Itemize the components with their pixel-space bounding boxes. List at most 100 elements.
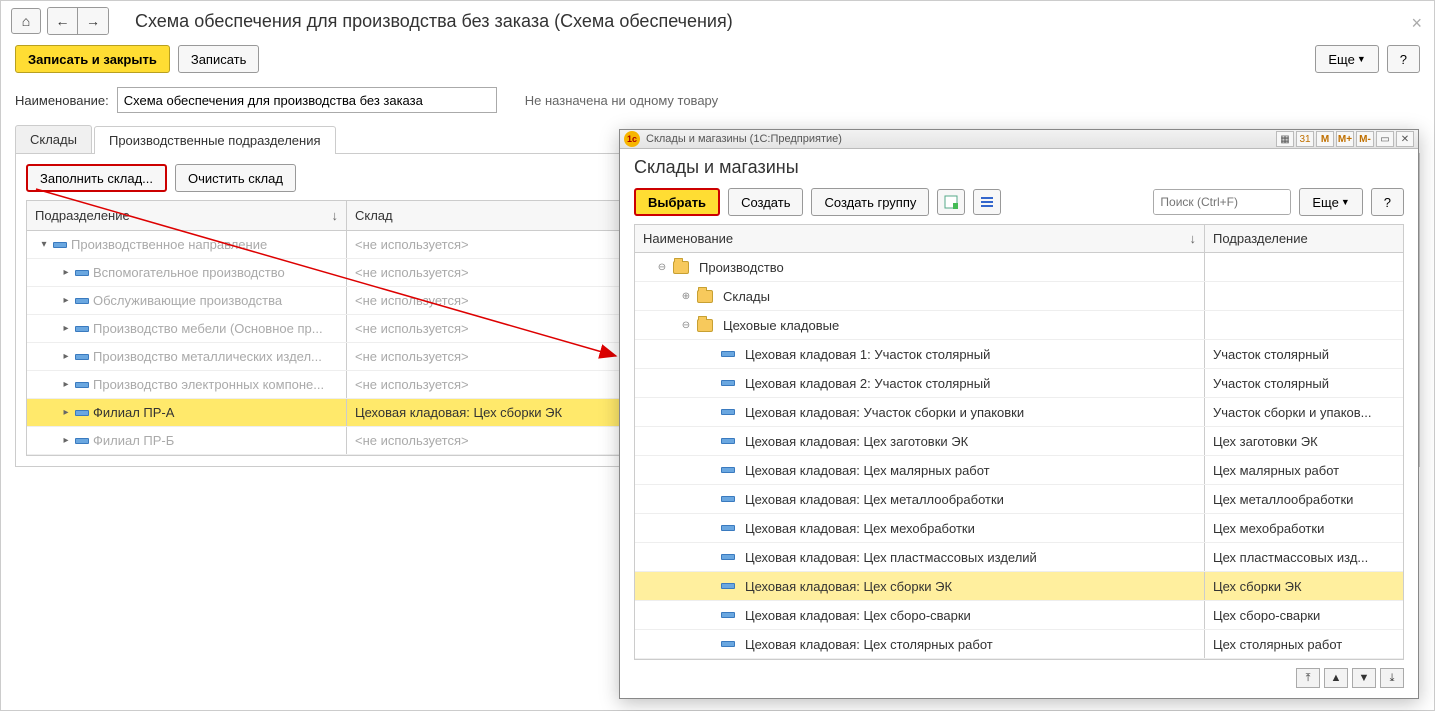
dept-name: Производственное направление	[71, 237, 267, 252]
list-item[interactable]: Цеховая кладовая: Цех столярных работЦех…	[635, 630, 1403, 659]
tab-warehouses[interactable]: Склады	[15, 125, 92, 153]
help-button[interactable]: ?	[1387, 45, 1420, 73]
tree-toggle-icon[interactable]: ▸	[61, 295, 71, 306]
list-view-icon[interactable]	[937, 189, 965, 215]
item-name: Цеховая кладовая: Цех мехобработки	[745, 521, 975, 536]
name-input[interactable]	[117, 87, 497, 113]
tree-toggle-icon[interactable]: ▸	[61, 407, 71, 418]
select-button[interactable]: Выбрать	[634, 188, 720, 216]
create-group-button[interactable]: Создать группу	[811, 188, 929, 216]
title-btn-mplus[interactable]: M+	[1336, 131, 1354, 147]
item-dept: Цех сборо-сварки	[1213, 608, 1320, 623]
title-btn-close[interactable]: ✕	[1396, 131, 1414, 147]
top-bar: ⌂ ← → Схема обеспечения для производства…	[1, 1, 1434, 41]
scroll-nav-button[interactable]: ▲	[1324, 668, 1348, 688]
item-icon	[75, 410, 89, 416]
item-name: Цеховая кладовая 1: Участок столярный	[745, 347, 990, 362]
tree-toggle-icon[interactable]: ▸	[61, 435, 71, 446]
col-header-dept[interactable]: Подразделение ↓	[27, 201, 347, 230]
scroll-nav-button[interactable]: ⤓	[1380, 668, 1404, 688]
modal-more-button[interactable]: Еще▼	[1299, 188, 1362, 216]
tree-toggle-icon[interactable]: ⊕	[679, 291, 693, 302]
tree-toggle-icon[interactable]: ▸	[61, 267, 71, 278]
write-button[interactable]: Записать	[178, 45, 260, 73]
tree-toggle-icon[interactable]: ⊖	[679, 320, 693, 331]
list-item[interactable]: ⊕ Склады	[635, 282, 1403, 311]
tree-view-icon[interactable]	[973, 189, 1001, 215]
tree-toggle-icon[interactable]: ⊖	[655, 262, 669, 273]
fill-warehouse-button[interactable]: Заполнить склад...	[26, 164, 167, 192]
tree-toggle-icon[interactable]: ▸	[61, 351, 71, 362]
warehouse-value: <не используется>	[355, 433, 469, 448]
modal-grid-body: ⊖ Производство ⊕ Склады ⊖ Цеховые кладовые Цех…	[635, 253, 1403, 659]
list-item[interactable]: ⊖ Производство	[635, 253, 1403, 282]
page-title: Схема обеспечения для производства без з…	[135, 11, 733, 32]
tab-production-units[interactable]: Производственные подразделения	[94, 126, 336, 154]
mcol-header-name[interactable]: Наименование ↓	[635, 225, 1205, 252]
item-icon	[721, 351, 735, 357]
list-item[interactable]: Цеховая кладовая: Цех сборо-сваркиЦех сб…	[635, 601, 1403, 630]
nav-group: ← →	[47, 7, 109, 35]
clear-warehouse-button[interactable]: Очистить склад	[175, 164, 296, 192]
item-icon	[53, 242, 67, 248]
warehouse-value: <не используется>	[355, 321, 469, 336]
write-and-close-button[interactable]: Записать и закрыть	[15, 45, 170, 73]
list-item[interactable]: Цеховая кладовая: Цех пластмассовых изде…	[635, 543, 1403, 572]
item-icon	[721, 525, 735, 531]
dept-name: Обслуживающие производства	[93, 293, 282, 308]
dept-name: Вспомогательное производство	[93, 265, 285, 280]
dept-name: Филиал ПР-А	[93, 405, 174, 420]
item-icon	[721, 641, 735, 647]
tree-toggle-icon[interactable]: ▸	[61, 323, 71, 334]
back-button[interactable]: ←	[48, 8, 78, 34]
title-btn-calc[interactable]: ▦	[1276, 131, 1294, 147]
list-item[interactable]: Цеховая кладовая: Цех сборки ЭКЦех сборк…	[635, 572, 1403, 601]
list-item[interactable]: Цеховая кладовая: Цех металлообработкиЦе…	[635, 485, 1403, 514]
app-icon: 1c	[624, 131, 640, 147]
item-icon	[75, 298, 89, 304]
item-icon	[721, 380, 735, 386]
item-icon	[721, 438, 735, 444]
create-button[interactable]: Создать	[728, 188, 803, 216]
list-item[interactable]: Цеховая кладовая 1: Участок столярный Уча…	[635, 340, 1403, 369]
item-icon	[721, 612, 735, 618]
list-item[interactable]: Цеховая кладовая: Участок сборки и упако…	[635, 398, 1403, 427]
list-item[interactable]: Цеховая кладовая: Цех мехобработкиЦех ме…	[635, 514, 1403, 543]
item-name: Производство	[699, 260, 784, 275]
close-icon[interactable]: ×	[1411, 13, 1422, 34]
item-icon	[721, 409, 735, 415]
search-input[interactable]	[1154, 190, 1291, 214]
more-button[interactable]: Еще▼	[1315, 45, 1378, 73]
list-item[interactable]: ⊖ Цеховые кладовые	[635, 311, 1403, 340]
tree-toggle-icon[interactable]: ▸	[61, 379, 71, 390]
item-name: Цеховые кладовые	[723, 318, 839, 333]
item-icon	[721, 496, 735, 502]
item-dept: Цех заготовки ЭК	[1213, 434, 1318, 449]
item-dept: Цех сборки ЭК	[1213, 579, 1302, 594]
modal-help-button[interactable]: ?	[1371, 188, 1404, 216]
dept-name: Производство электронных компоне...	[93, 377, 324, 392]
sort-icon: ↓	[1190, 231, 1197, 246]
warehouse-value: <не используется>	[355, 293, 469, 308]
scroll-nav-button[interactable]: ⤒	[1296, 668, 1320, 688]
item-dept: Цех металлообработки	[1213, 492, 1353, 507]
list-item[interactable]: Цеховая кладовая 2: Участок столярныйУча…	[635, 369, 1403, 398]
warehouse-value: Цеховая кладовая: Цех сборки ЭК	[355, 405, 562, 420]
list-item[interactable]: Цеховая кладовая: Цех заготовки ЭКЦех за…	[635, 427, 1403, 456]
item-dept: Участок столярный	[1213, 376, 1329, 391]
title-btn-mminus[interactable]: M-	[1356, 131, 1374, 147]
modal-titlebar[interactable]: 1c Склады и магазины (1С:Предприятие) ▦ …	[620, 130, 1418, 149]
title-btn-min[interactable]: ▭	[1376, 131, 1394, 147]
item-dept: Участок столярный	[1213, 347, 1329, 362]
mcol-header-dept[interactable]: Подразделение	[1205, 225, 1403, 252]
scroll-nav-button[interactable]: ▼	[1352, 668, 1376, 688]
forward-button[interactable]: →	[78, 8, 108, 34]
form-row-name: Наименование: Не назначена ни одному тов…	[1, 83, 1434, 117]
tree-toggle-icon[interactable]: ▾	[39, 239, 49, 250]
home-button[interactable]: ⌂	[11, 8, 41, 34]
item-name: Склады	[723, 289, 770, 304]
title-btn-m[interactable]: M	[1316, 131, 1334, 147]
list-item[interactable]: Цеховая кладовая: Цех малярных работЦех …	[635, 456, 1403, 485]
modal-grid-header: Наименование ↓ Подразделение	[635, 225, 1403, 253]
title-btn-calendar[interactable]: 31	[1296, 131, 1314, 147]
